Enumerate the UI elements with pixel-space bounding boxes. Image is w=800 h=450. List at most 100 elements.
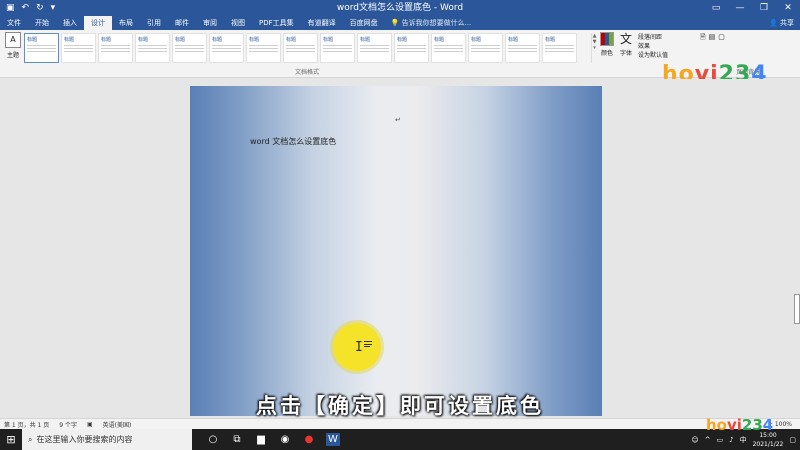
tab-youdao-translate[interactable]: 有道翻译 xyxy=(301,16,343,30)
status-bar: 第 1 页，共 1 页 9 个字 ▣ 英语(美国) + 100% xyxy=(0,418,800,429)
windows-start-icon[interactable]: ⊞ xyxy=(0,433,22,446)
style-title: 标题 xyxy=(508,37,519,43)
save-icon[interactable]: ▣ xyxy=(6,0,15,16)
word-window: ▣ ↶ ↻ ▾ word文档怎么设置底色 - Word ▭ — ❐ ✕ 文件 开… xyxy=(0,0,800,450)
taskbar: ⊞ ⌕ 在这里输入你要搜索的内容 ○ ⧉ ▆ ◉ ● W ☺ ^ ▭ ♪ 中 1… xyxy=(0,429,800,450)
tab-layout[interactable]: 布局 xyxy=(112,16,140,30)
vertical-scrollbar[interactable] xyxy=(794,294,800,324)
word-count[interactable]: 9 个字 xyxy=(59,420,77,429)
style-set-thumb[interactable]: 标题 xyxy=(172,33,207,63)
customize-icon[interactable]: ▾ xyxy=(51,0,56,16)
fonts-button[interactable]: 文 字体 xyxy=(617,32,635,57)
window-controls: ▭ — ❐ ✕ xyxy=(704,0,800,16)
tell-me-search[interactable]: 💡 告诉我你想要做什么... xyxy=(391,16,472,30)
style-title: 标题 xyxy=(286,37,297,43)
style-title: 标题 xyxy=(64,37,75,43)
tab-design[interactable]: 设计 xyxy=(84,16,112,30)
tab-pdf-tools[interactable]: PDF工具集 xyxy=(252,16,301,30)
theme-label: 主题 xyxy=(6,52,19,59)
colors-icon xyxy=(600,32,614,46)
style-set-thumb[interactable]: 标题 xyxy=(320,33,355,63)
window-title: word文档怎么设置底色 - Word xyxy=(336,3,464,13)
style-set-thumb[interactable]: 标题 xyxy=(24,33,59,63)
tab-file[interactable]: 文件 xyxy=(0,16,28,30)
volume-icon[interactable]: ♪ xyxy=(729,436,733,444)
paragraph-mark: ↵ xyxy=(395,116,401,124)
tab-mailings[interactable]: 邮件 xyxy=(168,16,196,30)
style-title: 标题 xyxy=(175,37,186,43)
maximize-icon[interactable]: ❐ xyxy=(752,0,776,16)
clock-date: 2021/1/22 xyxy=(752,440,784,448)
ribbon-tabs: 文件 开始 插入 设计 布局 引用 邮件 审阅 视图 PDF工具集 有道翻译 百… xyxy=(0,16,800,30)
close-icon[interactable]: ✕ xyxy=(776,0,800,16)
tab-insert[interactable]: 插入 xyxy=(56,16,84,30)
ribbon-display-icon[interactable]: ▭ xyxy=(704,0,728,16)
colors-button[interactable]: 颜色 xyxy=(598,32,616,57)
network-icon[interactable]: ▭ xyxy=(717,436,724,444)
text-cursor-icon: I xyxy=(355,340,363,355)
page-border-icon[interactable]: ▢ xyxy=(718,33,725,63)
style-set-thumb[interactable]: 标题 xyxy=(468,33,503,63)
style-set-thumb[interactable]: 标题 xyxy=(98,33,133,63)
document-text[interactable]: word 文档怎么设置底色 xyxy=(250,136,336,147)
redo-icon[interactable]: ↻ xyxy=(36,0,44,16)
undo-icon[interactable]: ↶ xyxy=(22,0,30,16)
file-explorer-icon[interactable]: ▆ xyxy=(254,434,268,445)
edge-icon[interactable]: ◉ xyxy=(278,434,292,445)
document-page[interactable]: ↵ word 文档怎么设置底色 xyxy=(190,86,602,416)
share-button[interactable]: 👤 共享 xyxy=(769,16,794,30)
theme-button[interactable]: A 主题 xyxy=(3,32,23,72)
search-icon: ⌕ xyxy=(28,434,33,444)
show-hidden-icon[interactable]: ^ xyxy=(705,436,711,444)
ime-indicator[interactable]: 中 xyxy=(740,435,747,445)
paragraph-spacing-button[interactable]: 段落间距 xyxy=(638,33,698,42)
document-area[interactable]: ↵ word 文档怎么设置底色 xyxy=(0,79,800,416)
style-set-thumb[interactable]: 标题 xyxy=(394,33,429,63)
style-set-thumb[interactable]: 标题 xyxy=(61,33,96,63)
tab-references[interactable]: 引用 xyxy=(140,16,168,30)
tab-home[interactable]: 开始 xyxy=(28,16,56,30)
watermark-logo-small: hovi234 xyxy=(706,416,773,434)
watermark-icon[interactable]: 🗎 xyxy=(700,33,706,63)
style-set-thumb[interactable]: 标题 xyxy=(283,33,318,63)
taskbar-apps: ○ ⧉ ▆ ◉ ● W xyxy=(206,433,340,446)
style-set-thumb[interactable]: 标题 xyxy=(246,33,281,63)
task-view-icon[interactable]: ⧉ xyxy=(230,434,244,445)
title-bar: ▣ ↶ ↻ ▾ word文档怎么设置底色 - Word ▭ — ❐ ✕ xyxy=(0,0,800,16)
style-set-thumb[interactable]: 标题 xyxy=(209,33,244,63)
style-title: 标题 xyxy=(101,37,112,43)
style-title: 标题 xyxy=(323,37,334,43)
language-indicator[interactable]: 英语(美国) xyxy=(103,420,132,429)
page-count[interactable]: 第 1 页，共 1 页 xyxy=(4,420,49,429)
tab-view[interactable]: 视图 xyxy=(224,16,252,30)
page-color-icon[interactable]: ▤ xyxy=(709,33,716,63)
gallery-scroll-arrows[interactable]: ▲ ▼ ▾ xyxy=(591,33,597,63)
style-title: 标题 xyxy=(471,37,482,43)
style-title: 标题 xyxy=(397,37,408,43)
style-title: 标题 xyxy=(138,37,149,43)
tab-baidu-netdisk[interactable]: 百度网盘 xyxy=(343,16,385,30)
minimize-icon[interactable]: — xyxy=(728,0,752,16)
people-icon[interactable]: ☺ xyxy=(691,436,698,444)
style-set-thumb[interactable]: 标题 xyxy=(357,33,392,63)
video-subtitle: 点击【确定】即可设置底色 xyxy=(256,394,544,418)
colors-label: 颜色 xyxy=(600,50,613,57)
style-title: 标题 xyxy=(27,37,38,43)
quick-access-toolbar: ▣ ↶ ↻ ▾ xyxy=(0,0,55,16)
word-taskbar-icon[interactable]: W xyxy=(326,433,340,446)
set-default-button[interactable]: 设为默认值 xyxy=(638,51,698,60)
style-set-thumb[interactable]: 标题 xyxy=(542,33,577,63)
style-set-thumb[interactable]: 标题 xyxy=(135,33,170,63)
logo-part: 4 xyxy=(762,416,774,434)
proofing-icon[interactable]: ▣ xyxy=(87,421,93,428)
effects-button[interactable]: 效果 xyxy=(638,42,698,51)
tab-review[interactable]: 审阅 xyxy=(196,16,224,30)
recorder-icon[interactable]: ● xyxy=(302,434,316,445)
style-title: 标题 xyxy=(434,37,445,43)
cortana-icon[interactable]: ○ xyxy=(206,434,220,445)
taskbar-search[interactable]: ⌕ 在这里输入你要搜索的内容 xyxy=(22,429,192,450)
logo-part: 23 xyxy=(741,416,763,434)
style-set-thumb[interactable]: 标题 xyxy=(505,33,540,63)
style-set-thumb[interactable]: 标题 xyxy=(431,33,466,63)
notification-icon[interactable]: ▢ xyxy=(789,436,796,444)
